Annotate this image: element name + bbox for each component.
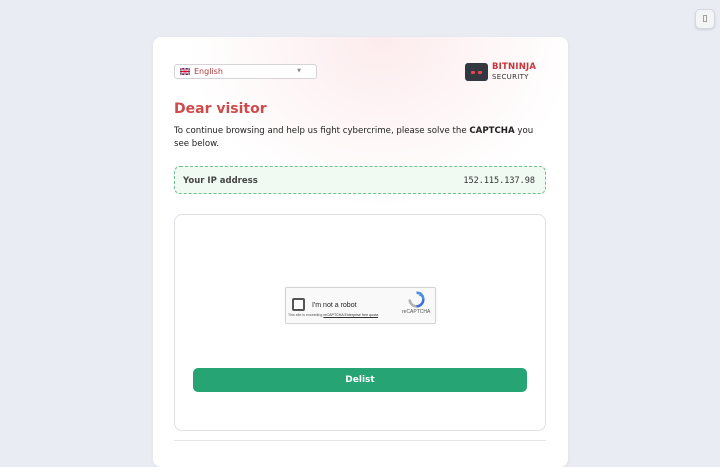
- not-robot-label: I'm not a robot: [312, 302, 357, 309]
- ip-value: 152.115.137.98: [463, 176, 535, 186]
- logo-brand: BITNINJA: [492, 62, 537, 72]
- ip-label: Your IP address: [183, 176, 258, 186]
- recaptcha-widget: I'm not a robot reCAPTCHA This site is e…: [285, 287, 436, 324]
- page-icon: ▯: [702, 14, 708, 24]
- not-robot-checkbox[interactable]: [292, 298, 305, 311]
- language-select[interactable]: English ▼: [174, 64, 317, 79]
- delist-button[interactable]: Delist: [193, 368, 527, 392]
- logo-subtitle: SECURITY: [492, 73, 529, 81]
- recaptcha-logo-icon: [408, 291, 425, 308]
- captcha-panel: I'm not a robot reCAPTCHA This site is e…: [174, 214, 546, 431]
- quota-note-link[interactable]: reCAPTCHA Enterprise free quota: [323, 313, 378, 317]
- bitninja-logo: BITNINJA SECURITY: [465, 62, 537, 84]
- divider: [174, 440, 546, 441]
- chevron-down-icon: ▼: [297, 68, 301, 74]
- recaptcha-brand: reCAPTCHA: [402, 309, 431, 315]
- intro-text-start: To continue browsing and help us fight c…: [174, 126, 470, 136]
- ip-address-box: Your IP address 152.115.137.98: [174, 166, 546, 194]
- intro-text: To continue browsing and help us fight c…: [174, 125, 539, 151]
- language-select-value: English: [194, 67, 223, 76]
- recaptcha-quota-note: This site is exceeding reCAPTCHA Enterpr…: [288, 313, 383, 317]
- quota-note-text: This site is exceeding: [288, 313, 324, 317]
- ninja-mask-icon: [465, 63, 488, 81]
- challenge-card: English ▼ BITNINJA SECURITY Dear visitor…: [153, 37, 568, 467]
- uk-flag-icon: [180, 68, 190, 75]
- page-title: Dear visitor: [174, 101, 267, 117]
- floating-page-button[interactable]: ▯: [695, 9, 715, 29]
- intro-text-captcha: CAPTCHA: [469, 126, 515, 136]
